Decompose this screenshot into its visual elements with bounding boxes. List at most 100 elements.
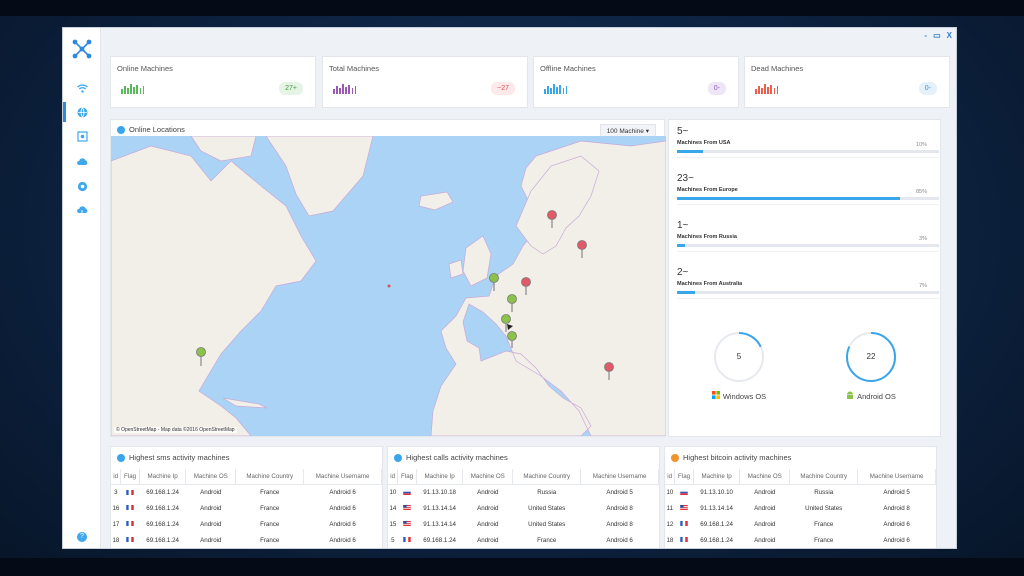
sidebar-item-target[interactable] [63, 124, 101, 148]
table-row[interactable]: 11 91.13.14.14 Android United States Android… [665, 500, 936, 516]
os-count: 22 [866, 352, 876, 361]
bitcoin-icon [671, 453, 679, 462]
region-label: Machines From Europe [677, 187, 738, 193]
table-row[interactable]: 15 91.13.14.14 Android United States Android… [388, 516, 659, 532]
table-cell: 91.13.14.14 [423, 504, 456, 512]
table-cell: France [260, 536, 280, 544]
table-cell: 69.168.1.24 [423, 536, 456, 544]
stat-title: Total Machines [329, 64, 380, 73]
column-header[interactable]: Flag [397, 469, 417, 485]
column-header[interactable]: id [111, 469, 122, 485]
column-header[interactable]: Machine Ip [416, 469, 464, 485]
stat-card: Online Machines 27+ [110, 56, 316, 108]
column-header[interactable]: Machine OS [739, 469, 791, 485]
region-label: Machines From Russia [677, 234, 737, 240]
table-row[interactable]: 5 69.168.1.24 Android France Android 6 [388, 532, 659, 548]
stat-badge: 0- [707, 82, 726, 95]
column-header[interactable]: id [388, 469, 399, 485]
minimize-button[interactable]: - [924, 31, 927, 40]
sparkline-bar [121, 89, 123, 94]
table-row[interactable]: 18 69.168.1.24 Android France Android 6 [111, 532, 382, 548]
sparkline-bar [136, 85, 139, 94]
os-label: Windows OS [709, 391, 769, 401]
world-map[interactable]: © OpenStreetMap - Map data ©2016 OpenStr… [111, 136, 666, 436]
column-header[interactable]: Machine Username [303, 469, 382, 485]
column-header[interactable]: Machine OS [185, 469, 237, 485]
column-header[interactable]: Machine Country [789, 469, 859, 485]
column-header[interactable]: Flag [120, 469, 140, 485]
table-cell: 91.13.10.18 [423, 488, 456, 496]
sparkline-bar [562, 88, 565, 94]
table-cell: 69.168.1.24 [146, 536, 179, 544]
table-row[interactable]: 10 91.13.10.18 Android Russia Android 5 [388, 484, 659, 500]
column-header[interactable]: Machine Username [857, 469, 936, 485]
maximize-button[interactable]: ▭ [933, 31, 941, 40]
column-header[interactable]: Machine Country [235, 469, 305, 485]
sidebar: ? [63, 28, 101, 548]
sparkline-bar [556, 87, 558, 94]
table-row[interactable]: 18 69.168.1.24 Android France Android 6 [665, 532, 936, 548]
sidebar-item-wifi[interactable] [63, 76, 101, 100]
table-row[interactable]: 16 69.168.1.24 Android France Android 6 [111, 500, 382, 516]
region-stat: 1~ Machines From Russia 3% [677, 220, 939, 252]
column-header[interactable]: Machine Country [512, 469, 582, 485]
sparkline-bar [348, 85, 351, 94]
app-logo-icon [72, 39, 92, 59]
table-cell: 10 [389, 488, 397, 496]
region-count: 5~ [677, 126, 689, 137]
table-cell: Android 6 [883, 536, 910, 544]
stat-badge: ~27 [491, 82, 515, 95]
flag-fr-icon [126, 521, 134, 528]
column-header[interactable]: Machine Username [580, 469, 659, 485]
sidebar-item-globe[interactable] [63, 100, 101, 124]
table-cell: Android [477, 504, 499, 512]
os-ring-chart: 22 [844, 330, 898, 384]
flag-icon [398, 500, 417, 516]
app-window: - ▭ X ? Online Machines 27+ Total Machin… [62, 27, 957, 549]
table-cell: Android [200, 488, 222, 496]
column-header[interactable]: Machine OS [462, 469, 514, 485]
sparkline-bar [333, 89, 335, 94]
activity-table-panel: Highest calls activity machines id Flag Ma… [387, 446, 660, 548]
help-icon[interactable]: ? [77, 532, 87, 542]
table-cell: Android 6 [329, 536, 356, 544]
sidebar-item-cloud[interactable] [63, 149, 101, 173]
table-row[interactable]: 17 69.168.1.24 Android France Android 6 [111, 516, 382, 532]
flag-icon [675, 516, 694, 532]
sidebar-item-settings[interactable] [63, 174, 101, 198]
column-header[interactable]: Machine Ip [139, 469, 187, 485]
column-header[interactable]: id [665, 469, 676, 485]
flag-fr-icon [126, 537, 134, 544]
table-row[interactable]: 3 69.168.1.24 Android France Android 6 [111, 484, 382, 500]
table-cell: 91.13.14.14 [700, 504, 733, 512]
flag-us-icon [403, 521, 411, 528]
sparkline-bar [550, 88, 552, 94]
region-percent: 7% [919, 283, 927, 289]
region-stat: 2~ Machines From Australia 7% [677, 267, 939, 299]
table-cell: France [814, 520, 834, 528]
stat-badge: 27+ [279, 82, 303, 95]
table-row[interactable]: 10 91.13.10.10 Android Russia Android 5 [665, 484, 936, 500]
sidebar-item-download[interactable] [63, 199, 101, 223]
sparkline-bar [342, 84, 344, 94]
sparkline-bar [142, 86, 145, 94]
close-button[interactable]: X [947, 31, 952, 40]
chevron-down-icon: ▾ [645, 128, 649, 135]
column-header[interactable]: Machine Ip [693, 469, 741, 485]
table-cell: 69.168.1.24 [700, 536, 733, 544]
table-cell: Android 8 [606, 520, 633, 528]
table-cell: Android [200, 520, 222, 528]
flag-icon [121, 484, 140, 500]
table-cell: 16 [112, 504, 120, 512]
region-progress-fill [677, 244, 685, 247]
table-cell: Android 6 [329, 488, 356, 496]
table-row[interactable]: 14 91.13.14.14 Android United States Android… [388, 500, 659, 516]
flag-us-icon [403, 505, 411, 512]
table-cell: 18 [112, 536, 120, 544]
map-canvas [111, 136, 666, 436]
sparkline-bar [764, 84, 766, 94]
table-cell: 17 [112, 520, 120, 528]
column-header[interactable]: Flag [674, 469, 694, 485]
table-row[interactable]: 12 69.168.1.24 Android France Android 6 [665, 516, 936, 532]
stat-card: Dead Machines 0- [744, 56, 950, 108]
